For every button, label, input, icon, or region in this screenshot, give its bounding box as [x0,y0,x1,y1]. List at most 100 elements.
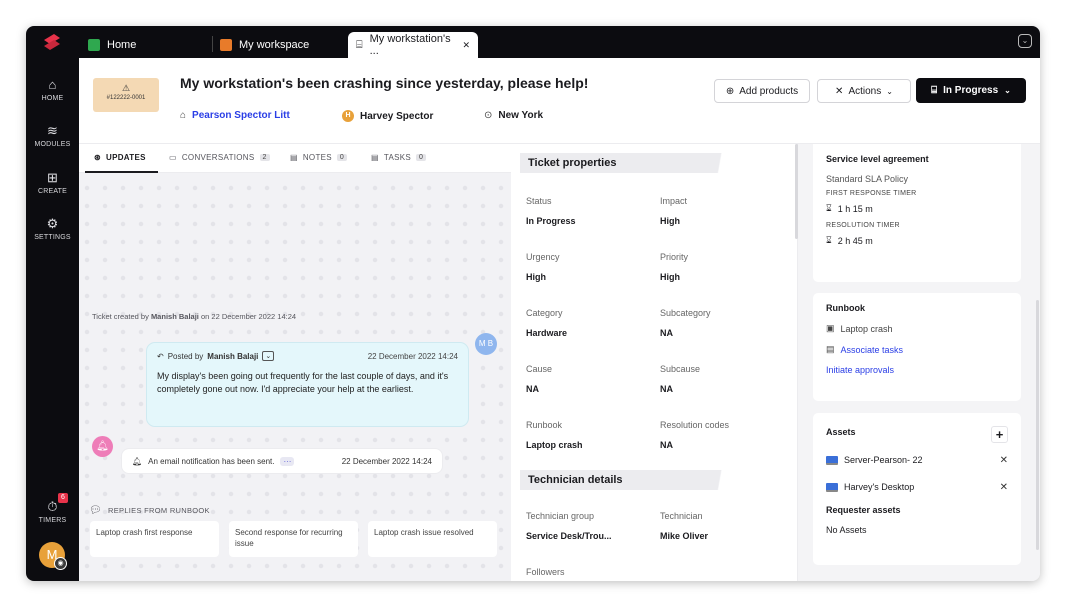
company-link[interactable]: ⌂ Pearson Spector Litt [180,110,290,121]
tab-count: 0 [416,154,427,161]
property-urgency[interactable]: Urgency High [526,252,560,282]
brand-logo-icon[interactable] [40,32,64,52]
property-cause[interactable]: Cause NA [526,364,552,394]
ticket-id: #122222-0001 [106,95,146,101]
property-label: Impact [660,196,688,206]
property-value: Mike Oliver [660,531,709,541]
tab-my-workspace[interactable]: My workspace [212,32,317,58]
section-heading: Ticket properties [520,153,750,173]
first-response-label: FIRST RESPONSE TIMER [826,190,917,197]
tab-tasks[interactable]: ▤ TASKS 0 [371,153,427,162]
initiate-approvals-link[interactable]: Initiate approvals [826,365,1008,375]
property-label: Followers [526,567,565,577]
more-options-icon[interactable]: ··· [280,456,295,466]
requester[interactable]: H Harvey Spector [342,110,433,122]
chevron-down-icon[interactable]: ⌄ [1018,34,1032,48]
created-by: Manish Balaji [150,312,199,321]
details-panel: Service level agreement Standard SLA Pol… [798,144,1040,581]
sidebar-item-label: TIMERS [38,517,67,524]
property-label: Urgency [526,252,560,262]
scrollbar[interactable] [1036,300,1039,550]
property-value: NA [660,440,673,450]
tools-icon[interactable]: ✕ [1000,455,1008,466]
tab-label: My workstation's ... [369,33,451,57]
sidebar-item-timers[interactable]: ⏱ TIMERS [26,499,79,525]
property-impact[interactable]: Impact High [660,196,687,226]
runbook-reply-card[interactable]: Laptop crash issue resolved [368,521,497,557]
tools-icon[interactable]: ✕ [1000,482,1008,493]
property-subcategory[interactable]: Subcategory NA [660,308,711,338]
property-category[interactable]: Category Hardware [526,308,567,338]
property-value: NA [660,384,673,394]
timer-icon: ⏱ [47,499,58,514]
tab-updates[interactable]: ⊛ UPDATES [94,153,146,162]
ticket-icon: ⌸ [931,85,938,96]
tab-conversations[interactable]: ▭ CONVERSATIONS 2 [169,153,270,162]
properties-panel: Ticket properties Status In Progress Impa… [511,144,798,581]
sidebar: ⌂ HOME ≋ MODULES ⊞ CREATE ⚙ SETTINGS ⏱ T… [26,58,79,581]
runbook-reply-card[interactable]: Laptop crash first response [90,521,219,557]
property-technician[interactable]: Technician Mike Oliver [660,511,708,541]
property-label: Subcategory [660,308,711,318]
button-label: Add products [739,85,799,97]
requester-avatar: H [342,110,354,122]
runbook-item-label: Laptop crash [840,323,893,334]
reply-label: Laptop crash issue resolved [374,528,474,537]
property-value: High [660,216,680,226]
property-label: Subcause [660,364,701,374]
property-label: Technician [660,511,703,521]
ticket-id-badge: ⚠ #122222-0001 [93,78,159,112]
property-followers[interactable]: Followers [526,567,565,581]
card-heading: Service level agreement [826,154,929,164]
notification-date: 22 December 2022 14:24 [341,456,432,466]
note-icon: ▤ [290,153,298,162]
tab-label: NOTES [302,153,332,162]
company-name[interactable]: Pearson Spector Litt [192,110,290,121]
tools-icon: ✕ [835,85,844,97]
assets-card: Assets + Server-Pearson- 22 ✕ Harvey's D… [813,413,1021,565]
property-value: Hardware [526,328,568,338]
runbook-reply-card[interactable]: Second response for recurring issue [229,521,358,557]
sidebar-item-label: MODULES [34,141,71,148]
property-value: High [660,272,680,282]
home-icon: ⌂ [48,77,57,92]
property-value: NA [526,384,539,394]
book-icon: ▣ [826,323,835,333]
tab-home[interactable]: Home [80,32,144,58]
sidebar-item-modules[interactable]: ≋ MODULES [26,124,79,149]
property-label: Resolution codes [660,420,730,430]
post-author: Manish Balaji [207,351,259,361]
sidebar-item-home[interactable]: ⌂ HOME [26,77,79,103]
associate-tasks-link[interactable]: ▤ Associate tasks [826,344,1008,355]
property-priority[interactable]: Priority High [660,252,688,282]
tab-ticket[interactable]: ⌸ My workstation's ... ✕ [348,32,478,58]
property-value: Laptop crash [526,440,583,450]
sla-policy: Standard SLA Policy [826,174,909,184]
property-runbook[interactable]: Runbook Laptop crash [526,420,583,450]
property-resolution-codes[interactable]: Resolution codes NA [660,420,729,450]
chevron-down-icon[interactable]: ⌄ [262,351,275,361]
close-icon[interactable]: ✕ [462,40,470,51]
property-value: NA [660,328,673,338]
asset-item[interactable]: Harvey's Desktop ✕ [826,482,1008,493]
property-subcause[interactable]: Subcause NA [660,364,700,394]
reply-label: Laptop crash first response [96,528,193,537]
actions-button[interactable]: ✕ Actions ⌄ [817,79,911,103]
status-dropdown[interactable]: ⌸ In Progress ⌄ [916,78,1026,103]
sidebar-item-create[interactable]: ⊞ CREATE [26,171,79,196]
asset-item[interactable]: Server-Pearson- 22 ✕ [826,455,1008,466]
tab-count: 2 [259,154,270,161]
tab-notes[interactable]: ▤ NOTES 0 [290,153,348,162]
status-icon: ◉ [54,557,67,570]
property-technician-group[interactable]: Technician group Service Desk/Trou... [526,511,612,541]
property-status[interactable]: Status In Progress [526,196,576,226]
sidebar-item-settings[interactable]: ⚙ SETTINGS [26,217,79,242]
location-name: New York [498,110,544,121]
add-asset-button[interactable]: + [991,426,1008,443]
chat-icon: ▭ [169,153,177,162]
add-products-button[interactable]: ⊕ Add products [714,79,810,103]
clipboard-icon: ▤ [826,344,835,354]
runbook-item[interactable]: ▣ Laptop crash [826,323,1008,334]
requester-name[interactable]: Harvey Spector [360,111,433,122]
warning-icon: ⚠ [121,83,131,93]
